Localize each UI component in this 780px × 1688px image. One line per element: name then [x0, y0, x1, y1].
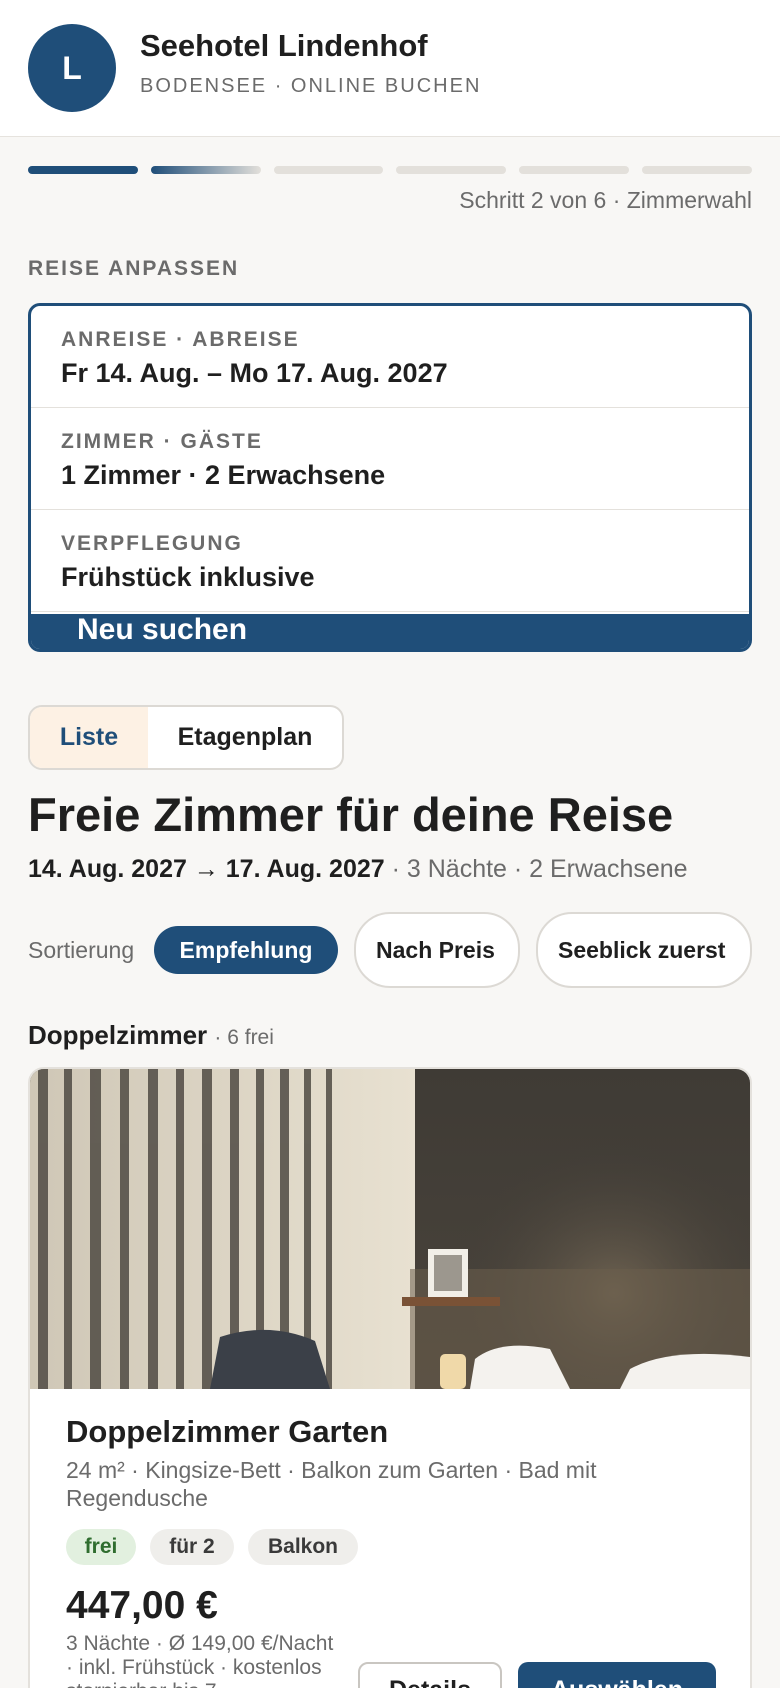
- category-name: Doppelzimmer: [28, 1020, 208, 1050]
- progress-step-2: [150, 166, 261, 174]
- sort-label: Sortierung: [28, 937, 135, 963]
- dates-field[interactable]: ANREISE · ABREISE Fr 14. Aug. – Mo 17. A…: [31, 306, 749, 408]
- room-photo: [30, 1069, 750, 1389]
- booking-progress-bar: [28, 166, 752, 174]
- progress-step-6: [642, 166, 752, 174]
- room-card[interactable]: Doppelzimmer Garten 24 m² · Kingsize-Bet…: [28, 1067, 752, 1688]
- board-value: Frühstück inklusive: [61, 562, 315, 592]
- price-note: 3 Nächte · Ø 149,00 €/Nacht · inkl. Früh…: [66, 1632, 334, 1688]
- dates-label: ANREISE · ABREISE: [61, 328, 300, 351]
- page-title: Freie Zimmer für deine Reise: [28, 788, 674, 841]
- room-name: Doppelzimmer Garten: [66, 1414, 389, 1449]
- view-floorplan-tab[interactable]: Etagenplan: [148, 707, 342, 768]
- board-field[interactable]: VERPFLEGUNG Frühstück inklusive: [31, 510, 749, 612]
- app-header: L Seehotel Lindenhof BODENSEE · ONLINE B…: [0, 0, 780, 137]
- hotel-name: Seehotel Lindenhof: [140, 28, 428, 63]
- section-label-trip: REISE ANPASSEN: [28, 257, 240, 280]
- rooms-guests-label: ZIMMER · GÄSTE: [61, 430, 263, 453]
- capacity-badge: für 2: [150, 1529, 234, 1565]
- search-card: ANREISE · ABREISE Fr 14. Aug. – Mo 17. A…: [28, 303, 752, 652]
- select-room-button[interactable]: Auswählen: [518, 1662, 716, 1688]
- progress-step-3: [273, 166, 384, 174]
- dates-value: Fr 14. Aug. – Mo 17. Aug. 2027: [61, 358, 448, 388]
- progress-step-5: [519, 166, 630, 174]
- new-search-button[interactable]: Neu suchen: [31, 614, 749, 649]
- trip-date-from: 14. Aug. 2027: [28, 855, 187, 883]
- category-count: · 6 frei: [214, 1026, 274, 1049]
- room-description: 24 m² · Kingsize-Bett · Balkon zum Garte…: [66, 1457, 597, 1511]
- hotel-subtitle: BODENSEE · ONLINE BUCHEN: [140, 75, 482, 97]
- view-toggle: Liste Etagenplan: [28, 705, 344, 770]
- rooms-guests-value: 1 Zimmer · 2 Erwachsene: [61, 460, 386, 490]
- trip-meta: · 3 Nächte · 2 Erwachsene: [391, 855, 688, 883]
- room-price: 447,00 €: [66, 1584, 218, 1627]
- hotel-logo: L: [28, 24, 116, 112]
- rooms-guests-field[interactable]: ZIMMER · GÄSTE 1 Zimmer · 2 Erwachsene: [31, 408, 749, 510]
- sort-recommended-chip[interactable]: Empfehlung: [154, 926, 338, 974]
- sort-price-chip[interactable]: Nach Preis: [354, 912, 520, 988]
- details-button[interactable]: Details: [358, 1662, 502, 1688]
- trip-summary: 14. Aug. 2027 → 17. Aug. 2027 · 3 Nächte…: [28, 855, 688, 884]
- trip-date-to: 17. Aug. 2027: [225, 855, 385, 883]
- progress-step-1: [28, 166, 138, 174]
- board-label: VERPFLEGUNG: [61, 532, 243, 555]
- progress-step-4: [396, 166, 507, 174]
- sort-seaview-chip[interactable]: Seeblick zuerst: [536, 912, 752, 988]
- balcony-badge: Balkon: [248, 1529, 358, 1565]
- trip-arrow: →: [193, 855, 219, 883]
- view-list-tab[interactable]: Liste: [30, 707, 148, 768]
- availability-badge: frei: [66, 1529, 136, 1565]
- category-heading: Doppelzimmer · 6 frei: [28, 1020, 274, 1051]
- step-indicator: Schritt 2 von 6 · Zimmerwahl: [459, 187, 752, 213]
